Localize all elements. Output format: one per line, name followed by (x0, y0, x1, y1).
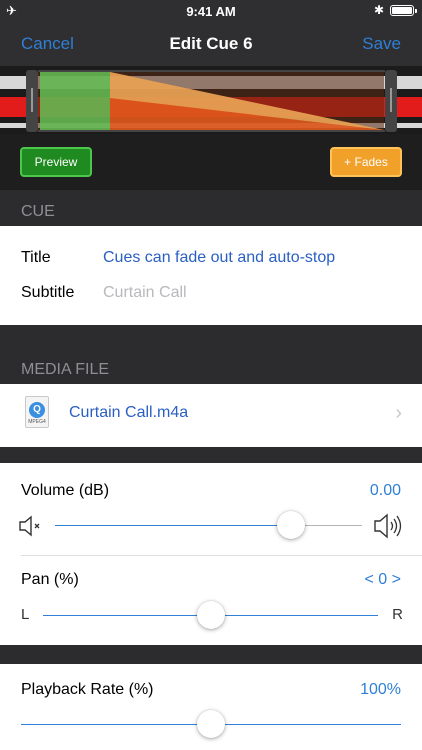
waveform-display[interactable] (0, 66, 422, 134)
status-bar: ✈ 9:41 AM ✱ (0, 0, 422, 22)
navigation-bar: Cancel Edit Cue 6 Save (0, 22, 422, 66)
pan-stepper[interactable]: < 0 > (365, 571, 401, 589)
preview-button[interactable]: Preview (20, 147, 92, 177)
status-time: 9:41 AM (186, 4, 236, 19)
media-file-row[interactable]: Q MPEG4 Curtain Call.m4a › (0, 384, 422, 447)
battery-icon (390, 5, 417, 16)
volume-value: 0.00 (369, 482, 401, 499)
playback-rate-value: 100% (360, 681, 401, 698)
bluetooth-icon: ✱ (373, 3, 384, 17)
subtitle-field[interactable]: Curtain Call (103, 284, 187, 302)
save-button[interactable]: Save (362, 34, 401, 54)
mpeg4-file-icon: Q MPEG4 (25, 396, 49, 428)
speaker-loud-icon (374, 513, 402, 539)
volume-track-filled (55, 525, 292, 526)
playback-rate-slider[interactable] (197, 710, 225, 738)
waveform-area: Preview + Fades (0, 66, 422, 190)
pan-slider[interactable] (196, 601, 225, 629)
rate-track-filled (21, 724, 211, 725)
playback-rate-label: Playback Rate (%) (21, 681, 154, 698)
rate-panel: Playback Rate (%) 100% (0, 664, 422, 750)
pan-track-right (210, 615, 378, 616)
cue-section-header: CUE (21, 203, 55, 220)
pan-left-label: L (21, 606, 30, 623)
page-title: Edit Cue 6 (169, 34, 253, 53)
pan-label: Pan (%) (21, 571, 79, 588)
audio-panel: Volume (dB) 0.00 Pan (%) < 0 > L R (0, 463, 422, 645)
fades-button[interactable]: + Fades (330, 147, 402, 177)
volume-label: Volume (dB) (21, 482, 110, 499)
volume-slider[interactable] (277, 511, 306, 539)
fade-in-region (40, 72, 110, 130)
pan-right-label: R (392, 606, 403, 623)
speaker-mute-icon (19, 515, 40, 537)
chevron-right-icon: › (395, 402, 402, 424)
rate-track-right (211, 724, 401, 725)
subtitle-label: Subtitle (21, 284, 75, 301)
media-file-name: Curtain Call.m4a (69, 404, 189, 421)
pan-track-filled (43, 615, 211, 616)
title-field[interactable]: Cues can fade out and auto-stop (103, 249, 335, 267)
media-section-header: MEDIA FILE (21, 361, 110, 378)
title-label: Title (21, 249, 51, 266)
cue-panel: Title Cues can fade out and auto-stop Su… (0, 226, 422, 325)
